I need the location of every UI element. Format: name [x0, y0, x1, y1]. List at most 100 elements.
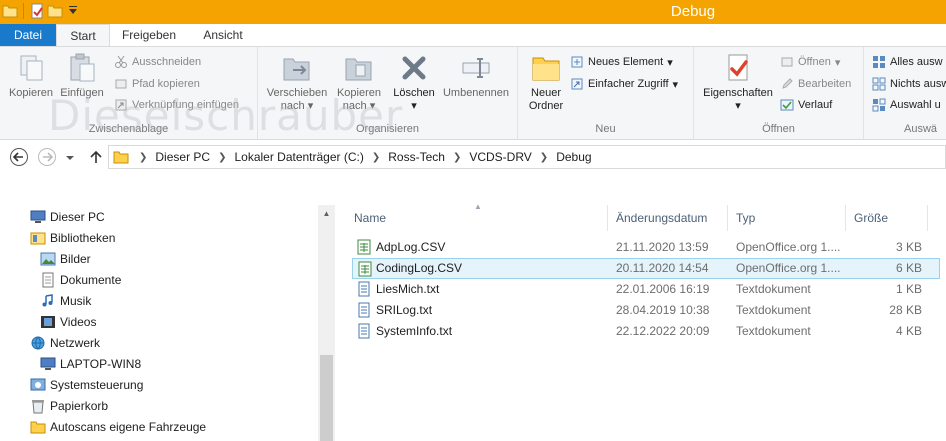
breadcrumb-item[interactable]: Lokaler Datenträger (C:)	[234, 150, 363, 164]
tab-view[interactable]: Ansicht	[195, 24, 251, 46]
file-name: SRILog.txt	[376, 303, 433, 317]
select-all-button[interactable]: Alles ausw	[872, 52, 943, 72]
nav-item-autoscans[interactable]: Autoscans eigene Fahrzeuge	[30, 416, 206, 437]
navigation-bar: ❯ Dieser PC ❯ Lokaler Datenträger (C:) ❯…	[0, 141, 946, 173]
scroll-up-icon[interactable]: ▲	[318, 205, 335, 222]
column-header-date[interactable]: Änderungsdatum	[608, 205, 728, 231]
nav-item-pictures[interactable]: Bilder	[40, 248, 91, 269]
nav-item-this-pc[interactable]: Dieser PC	[30, 206, 105, 227]
edit-label: Bearbeiten	[798, 78, 852, 90]
breadcrumb-chevron-icon[interactable]: ❯	[540, 152, 548, 163]
paste-button[interactable]: Einfügen	[57, 52, 107, 100]
file-type: Textdokument	[736, 282, 811, 296]
file-size: 3 KB	[895, 240, 922, 254]
new-item-button[interactable]: Neues Element ▾	[570, 52, 673, 72]
forward-icon[interactable]	[37, 147, 57, 167]
move-to-icon	[283, 58, 310, 81]
table-row[interactable]: AdpLog.CSV 21.11.2020 13:59 OpenOffice.o…	[352, 237, 940, 258]
breadcrumb-chevron-icon[interactable]: ❯	[139, 152, 147, 163]
invert-selection-label: Auswahl u	[890, 99, 941, 111]
file-name: AdpLog.CSV	[376, 240, 446, 254]
tab-start[interactable]: Start	[56, 24, 110, 47]
computer-icon	[40, 357, 56, 370]
new-group: Neuer Ordner Neues Element ▾ Einfacher Z…	[518, 47, 694, 139]
new-item-icon	[571, 56, 583, 68]
table-row[interactable]: LiesMich.txt 22.01.2006 16:19 Textdokume…	[352, 279, 940, 300]
invert-selection-button[interactable]: Auswahl u	[872, 95, 941, 115]
breadcrumb-item[interactable]: Debug	[556, 150, 591, 164]
table-row[interactable]: SystemInfo.txt 22.12.2022 20:09 Textdoku…	[352, 321, 940, 342]
nav-item-label: Musik	[60, 293, 92, 308]
file-size: 4 KB	[895, 324, 922, 338]
rename-button[interactable]: Umbenennen	[440, 52, 512, 100]
new-folder-button[interactable]: Neuer Ordner	[522, 52, 570, 113]
file-date: 22.01.2006 16:19	[616, 282, 710, 296]
paste-shortcut-button[interactable]: Verknüpfung einfügen	[114, 95, 239, 115]
open-label: Öffnen	[798, 56, 831, 68]
breadcrumb-item[interactable]: Ross-Tech	[388, 150, 445, 164]
table-row[interactable]: CodingLog.CSV 20.11.2020 14:54 OpenOffic…	[352, 258, 940, 279]
column-header-type[interactable]: Typ	[728, 205, 846, 231]
column-header-size[interactable]: Größe	[846, 205, 928, 231]
libraries-icon	[30, 232, 46, 244]
control-panel-icon	[30, 378, 46, 390]
breadcrumb-chevron-icon[interactable]: ❯	[453, 152, 461, 163]
nav-item-videos[interactable]: Videos	[40, 311, 96, 332]
nav-item-documents[interactable]: Dokumente	[40, 269, 121, 290]
nav-item-music[interactable]: Musik	[40, 290, 91, 311]
easy-access-button[interactable]: Einfacher Zugriff ▾	[570, 74, 678, 94]
navigation-scrollbar[interactable]: ▲	[318, 205, 335, 441]
select-group: Alles ausw Nichts ausw Auswahl u Auswä	[864, 47, 946, 139]
copy-path-button[interactable]: Pfad kopieren	[114, 74, 200, 94]
file-size: 1 KB	[895, 282, 922, 296]
cut-button[interactable]: Ausschneiden	[114, 52, 201, 72]
address-bar[interactable]: ❯ Dieser PC ❯ Lokaler Datenträger (C:) ❯…	[108, 145, 946, 169]
breadcrumb-item[interactable]: Dieser PC	[155, 150, 210, 164]
move-to-button[interactable]: Verschieben nach ▾	[264, 52, 330, 113]
nav-item-label: Papierkorb	[50, 398, 109, 413]
back-icon[interactable]	[9, 147, 29, 167]
tab-file[interactable]: Datei	[0, 24, 56, 46]
nav-item-recycle-bin[interactable]: Papierkorb	[30, 395, 108, 416]
window-title: Debug	[670, 3, 716, 20]
breadcrumb-chevron-icon[interactable]: ❯	[218, 152, 226, 163]
select-none-button[interactable]: Nichts ausw	[872, 74, 946, 94]
history-button[interactable]: Verlauf	[780, 95, 832, 115]
nav-item-laptop[interactable]: LAPTOP-WIN8	[40, 353, 141, 374]
file-size: 28 KB	[889, 303, 922, 317]
table-row[interactable]: SRILog.txt 28.04.2019 10:38 Textdokument…	[352, 300, 940, 321]
tab-share[interactable]: Freigeben	[120, 24, 178, 46]
properties-button[interactable]: Eigenschaften ▾	[698, 52, 778, 113]
scrollbar-thumb[interactable]	[320, 355, 333, 441]
new-folder-label: Neuer	[531, 87, 561, 99]
file-date: 22.12.2022 20:09	[616, 324, 710, 338]
copy-to-button[interactable]: Kopieren nach ▾	[331, 52, 387, 113]
up-icon[interactable]	[86, 147, 106, 167]
nav-item-control-panel[interactable]: Systemsteuerung	[30, 374, 143, 395]
title-bar: Debug	[0, 0, 946, 24]
breadcrumb-item[interactable]: VCDS-DRV	[469, 150, 531, 164]
select-all-icon	[873, 56, 885, 68]
delete-label: Löschen	[393, 87, 435, 99]
copy-icon	[20, 55, 43, 81]
nav-item-libraries[interactable]: Bibliotheken	[30, 227, 115, 248]
nav-item-label: Dieser PC	[50, 209, 105, 224]
ribbon-tabs: Datei Start Freigeben Ansicht	[0, 24, 946, 47]
file-date: 21.11.2020 13:59	[616, 240, 709, 254]
breadcrumb-chevron-icon[interactable]: ❯	[372, 152, 380, 163]
file-type: OpenOffice.org 1....	[736, 261, 841, 275]
folder-icon	[30, 421, 46, 433]
organize-group-label: Organisieren	[356, 123, 419, 135]
nav-item-label: LAPTOP-WIN8	[60, 356, 142, 371]
copy-button[interactable]: Kopieren	[6, 52, 56, 100]
text-file-icon	[358, 281, 370, 297]
nav-item-network[interactable]: Netzwerk	[30, 332, 100, 353]
edit-button[interactable]: Bearbeiten	[780, 74, 851, 94]
open-button[interactable]: Öffnen ▾	[780, 52, 840, 72]
recent-locations-icon[interactable]	[63, 147, 77, 167]
column-header-name[interactable]: Name	[346, 205, 608, 231]
properties-icon	[728, 54, 748, 81]
history-label: Verlauf	[798, 99, 833, 111]
delete-button[interactable]: Löschen ▾	[389, 52, 439, 113]
music-icon	[42, 293, 53, 306]
